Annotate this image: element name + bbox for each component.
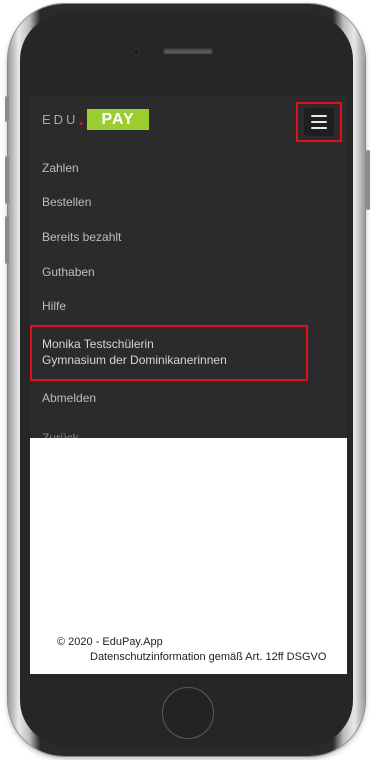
hamburger-menu-icon-line	[311, 127, 327, 129]
privacy-link[interactable]: Datenschutzinformation gemäß Art. 12ff D…	[90, 651, 326, 663]
front-camera	[133, 48, 140, 55]
navbar: EDU . PAY Zahlen Bestellen Bereits bezah…	[30, 96, 347, 438]
nav-item-zahlen[interactable]: Zahlen	[42, 161, 79, 175]
brand-logo[interactable]: EDU . PAY	[42, 108, 149, 130]
brand-edu-text: EDU	[42, 111, 79, 127]
power-button	[366, 150, 370, 210]
hamburger-menu-icon	[311, 115, 327, 117]
nav-item-partial[interactable]: Zurück	[42, 431, 79, 438]
nav-item-bestellen[interactable]: Bestellen	[42, 195, 91, 209]
nav-item-hilfe[interactable]: Hilfe	[42, 299, 66, 313]
nav-item-abmelden[interactable]: Abmelden	[42, 391, 96, 405]
home-button[interactable]	[162, 687, 214, 739]
hamburger-menu-icon-line	[311, 121, 327, 123]
volume-up-button	[5, 156, 9, 204]
brand-pay-badge: PAY	[87, 108, 149, 130]
user-school: Gymnasium der Dominikanerinnen	[42, 353, 227, 367]
footer-copyright: © 2020 - EduPay.App	[57, 636, 163, 648]
phone-screen: EDU . PAY Zahlen Bestellen Bereits bezah…	[30, 96, 347, 674]
nav-item-guthaben[interactable]: Guthaben	[42, 265, 95, 279]
brand-dot: .	[78, 109, 84, 129]
user-name: Monika Testschülerin	[42, 337, 154, 351]
mute-switch	[5, 96, 9, 122]
volume-down-button	[5, 216, 9, 264]
earpiece-speaker	[163, 48, 213, 54]
navbar-toggler-button[interactable]	[304, 108, 334, 136]
nav-item-bereits-bezahlt[interactable]: Bereits bezahlt	[42, 230, 121, 244]
user-info-highlight: Monika Testschülerin Gymnasium der Domin…	[30, 325, 308, 381]
navbar-toggler-highlight	[296, 102, 342, 142]
